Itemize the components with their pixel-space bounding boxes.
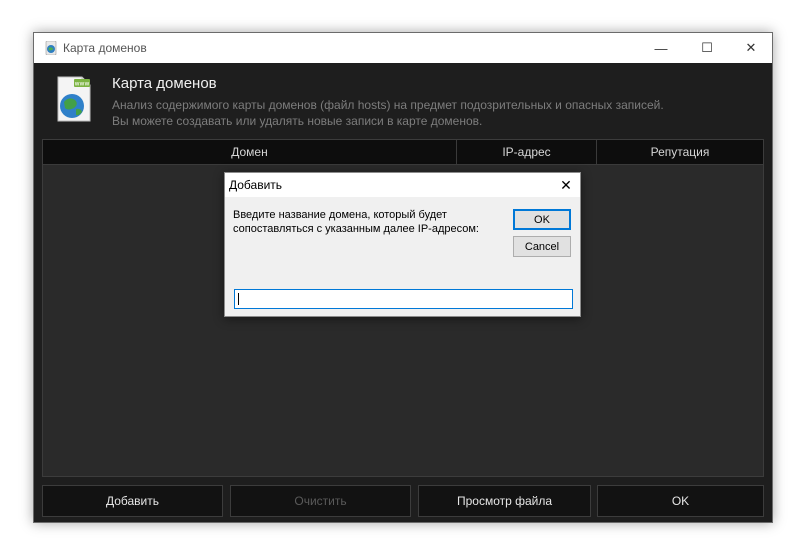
domain-input[interactable]	[234, 289, 573, 309]
www-label: www	[75, 81, 90, 88]
column-header-ip[interactable]: IP-адрес	[457, 140, 597, 164]
add-domain-dialog: Добавить ✕ Введите название домена, кото…	[224, 172, 581, 317]
add-button[interactable]: Добавить	[42, 485, 223, 517]
text-caret	[238, 293, 239, 305]
dialog-title: Добавить	[229, 178, 283, 192]
dialog-titlebar[interactable]: Добавить ✕	[225, 173, 580, 197]
window-titlebar[interactable]: Карта доменов — ☐ ✕	[34, 33, 772, 63]
close-button[interactable]: ✕	[728, 33, 774, 63]
dialog-ok-button[interactable]: OK	[513, 209, 571, 230]
description-line-2: Вы можете создавать или удалять новые за…	[112, 114, 483, 128]
window-title: Карта доменов	[63, 41, 147, 55]
dialog-prompt: Введите название домена, который будет с…	[233, 209, 479, 235]
page-description: Анализ содержимого карты доменов (файл h…	[112, 97, 664, 129]
page-header: www Карта доменов Анализ содержимого кар…	[34, 63, 772, 139]
description-line-1: Анализ содержимого карты доменов (файл h…	[112, 98, 664, 112]
clear-button[interactable]: Очистить	[230, 485, 411, 517]
column-header-reputation[interactable]: Репутация	[597, 140, 763, 164]
page-title: Карта доменов	[112, 75, 217, 92]
view-file-button[interactable]: Просмотр файла	[418, 485, 591, 517]
ok-button[interactable]: OK	[597, 485, 764, 517]
www-globe-icon: www	[57, 76, 91, 122]
maximize-button[interactable]: ☐	[684, 33, 730, 63]
dialog-close-icon[interactable]: ✕	[556, 175, 576, 195]
app-icon	[45, 41, 57, 55]
dialog-cancel-button[interactable]: Cancel	[513, 236, 571, 257]
table-header: Домен IP-адрес Репутация	[43, 140, 763, 165]
column-header-domain[interactable]: Домен	[43, 140, 457, 164]
minimize-button[interactable]: —	[638, 33, 684, 63]
